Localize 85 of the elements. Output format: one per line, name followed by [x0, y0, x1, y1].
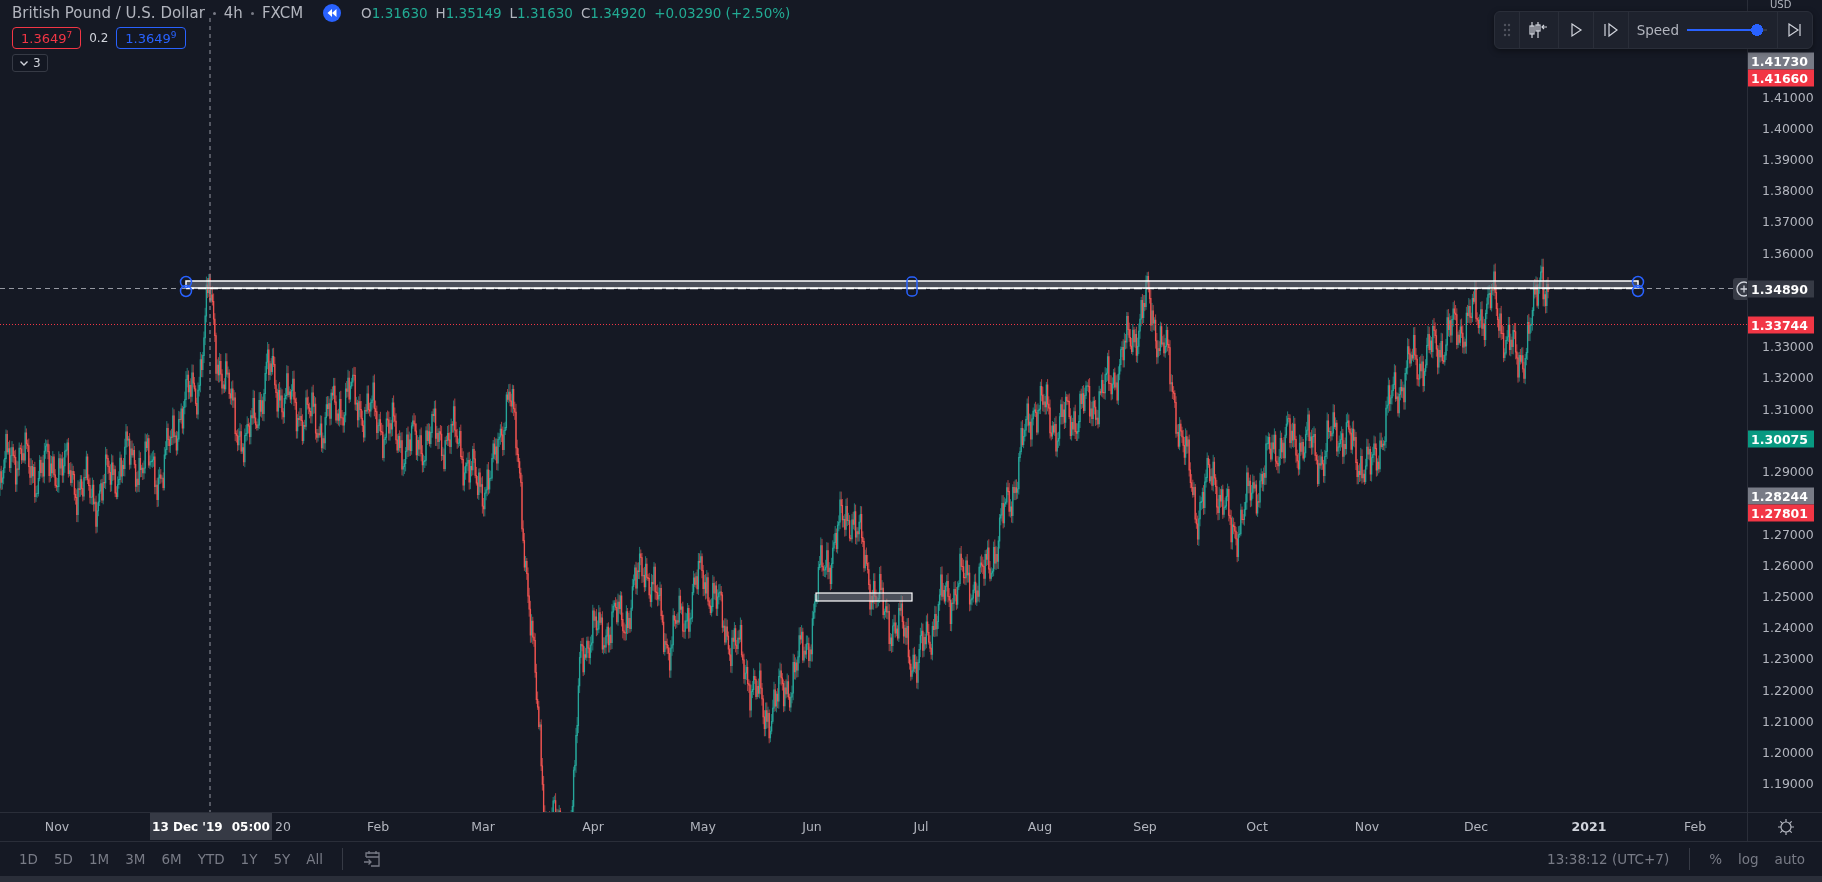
time-axis-label: 20	[275, 819, 291, 834]
exchange-label: FXCM	[261, 4, 304, 22]
drag-handle-icon[interactable]	[1502, 23, 1511, 37]
scale-toggle[interactable]: log	[1731, 847, 1766, 871]
rewind-icon	[323, 4, 342, 22]
price-tick-label: 1.19000	[1762, 778, 1814, 791]
time-axis-label: Nov	[44, 819, 70, 834]
price-tick-label: 1.39000	[1762, 153, 1814, 167]
range-button[interactable]: 1D	[12, 847, 45, 871]
price-tick-label: 1.22000	[1762, 684, 1814, 697]
price-tick-label: 1.37000	[1762, 216, 1814, 229]
candles-arrow-icon	[1527, 21, 1550, 39]
crosshair-time: 05:00	[231, 819, 270, 834]
price-tick-label: 1.20000	[1762, 746, 1814, 760]
price-badge: 1.28244	[1748, 487, 1814, 505]
price-tick-label: 1.41000	[1762, 91, 1814, 104]
step-forward-icon	[1601, 21, 1620, 39]
price-tick-label: 1.23000	[1762, 653, 1814, 666]
resize-handle[interactable]	[1631, 275, 1645, 298]
price-tick-label: 1.38000	[1762, 184, 1814, 198]
scale-toggle[interactable]: %	[1702, 847, 1729, 871]
price-badge: 1.41730	[1748, 52, 1814, 70]
range-button[interactable]: 1Y	[233, 847, 265, 871]
ohlc-value: 1.34920	[590, 5, 647, 21]
crosshair-date: 13 Dec '19	[152, 819, 223, 834]
currency-label[interactable]: USD	[1770, 0, 1792, 10]
ohlc-label: H	[435, 5, 446, 21]
clock-label[interactable]: 13:38:12 (UTC+7)	[1547, 851, 1670, 867]
sell-price-button[interactable]: 1.3649$^{7}$	[12, 27, 82, 50]
price-tick-label: 1.27000	[1762, 528, 1814, 541]
ohlc-label: O	[361, 5, 372, 21]
indicators-toggle[interactable]: 3	[12, 54, 48, 73]
move-handle[interactable]	[906, 276, 918, 297]
price-tick-label: 1.33000	[1762, 341, 1814, 354]
price-tick-label: 1.40000	[1762, 122, 1814, 135]
range-button[interactable]: 6M	[154, 847, 189, 871]
symbol-title[interactable]: British Pound / U.S. Dollar	[12, 4, 205, 22]
resize-handle[interactable]	[179, 275, 193, 298]
price-tick-label: 1.24000	[1762, 622, 1814, 635]
range-button[interactable]: YTD	[190, 847, 232, 871]
ohlc-label: C	[580, 5, 591, 21]
range-button[interactable]: 3M	[118, 847, 153, 871]
range-button[interactable]: 5Y	[266, 847, 298, 871]
scale-toggle[interactable]: auto	[1767, 847, 1812, 871]
price-badge: 1.34890	[1748, 280, 1814, 298]
range-button[interactable]: 5D	[47, 847, 80, 871]
change-value: +0.03290 (+2.50%)	[654, 5, 791, 21]
settings-icon[interactable]	[1776, 818, 1795, 836]
price-tick-label: 1.26000	[1762, 559, 1814, 573]
time-axis-label: Nov	[1354, 819, 1380, 834]
price-badge: 1.33744	[1748, 316, 1814, 334]
range-button[interactable]: All	[299, 847, 331, 871]
time-axis-label: Sep	[1133, 819, 1157, 834]
price-badge: 1.30075	[1748, 430, 1814, 448]
time-axis-label: Dec	[1463, 819, 1489, 834]
time-axis-label: Jul	[913, 819, 929, 834]
calendar-arrow-icon	[362, 849, 383, 869]
time-axis-label: Aug	[1027, 819, 1053, 834]
price-tick-label: 1.31000	[1762, 403, 1814, 416]
time-axis-label: Jun	[802, 819, 822, 834]
time-axis-label: May	[690, 819, 716, 834]
speed-label: Speed	[1636, 22, 1679, 38]
ohlc-value: 1.35149	[445, 5, 502, 21]
time-axis-label: Mar	[471, 819, 495, 834]
price-tick-label: 1.25000	[1762, 590, 1814, 604]
price-tick-label: 1.29000	[1762, 465, 1814, 479]
time-axis-label: Feb	[1683, 819, 1707, 834]
ohlc-value: 1.31630	[517, 5, 573, 21]
spread-value: 0.2	[89, 31, 109, 46]
price-tick-label: 1.21000	[1762, 715, 1814, 729]
price-badge: 1.27801	[1748, 504, 1814, 522]
buy-price-button[interactable]: 1.3649$^{9}$	[116, 27, 186, 50]
skip-end-icon	[1786, 21, 1804, 39]
time-axis-label: Oct	[1246, 819, 1268, 834]
rectangle-drawing[interactable]	[179, 275, 1645, 298]
ohlc-value: 1.31630	[371, 5, 428, 21]
price-tick-label: 1.36000	[1762, 247, 1814, 260]
interval-label[interactable]: 4h	[223, 4, 243, 22]
price-badge: 1.41660	[1748, 69, 1814, 86]
time-axis-label: Apr	[582, 819, 604, 834]
ohlc-label: L	[509, 5, 518, 21]
price-tick-label: 1.32000	[1762, 372, 1814, 385]
time-axis-label: Feb	[366, 819, 390, 834]
time-axis-label: 2021	[1571, 819, 1607, 834]
range-button[interactable]: 1M	[81, 847, 117, 871]
